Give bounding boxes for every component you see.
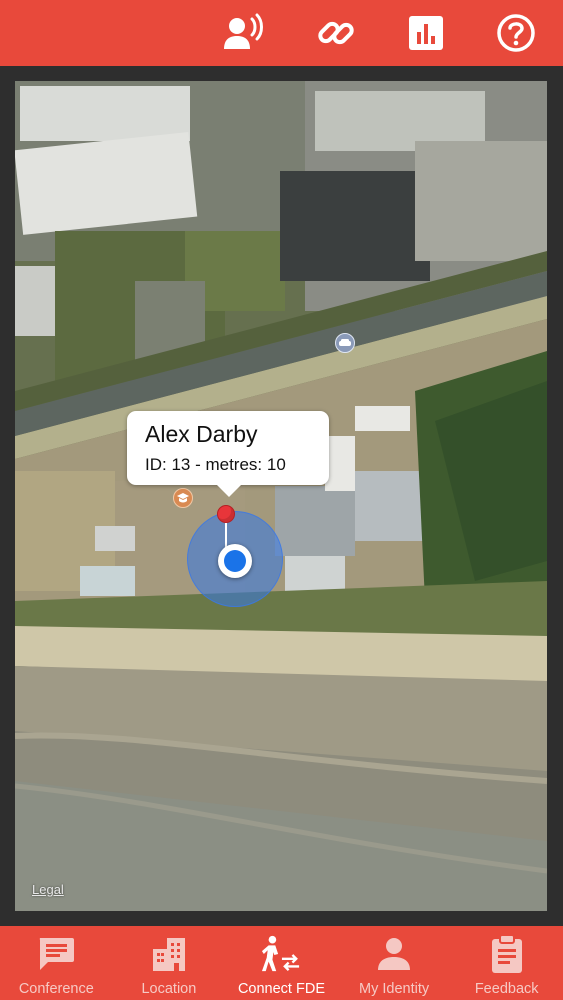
person-transfer-icon (261, 934, 301, 974)
tab-label: Feedback (474, 981, 539, 997)
tab-label: Conference (18, 981, 94, 997)
building-icon (149, 934, 189, 974)
bar-chart-icon (409, 16, 443, 50)
satellite-map[interactable]: Alex Darby ID: 13 - metres: 10 Legal (15, 81, 547, 911)
tab-conference[interactable]: Conference (0, 926, 113, 1000)
callout-subtitle: ID: 13 - metres: 10 (145, 455, 286, 474)
tab-location[interactable]: Location (113, 926, 226, 1000)
car-poi-icon[interactable] (335, 333, 355, 353)
statistics-button[interactable] (403, 10, 449, 56)
map-terrain (15, 81, 547, 911)
tab-feedback[interactable]: Feedback (450, 926, 563, 1000)
help-button[interactable] (493, 10, 539, 56)
current-location-icon[interactable] (218, 544, 252, 578)
map-frame: Alex Darby ID: 13 - metres: 10 Legal (0, 66, 563, 926)
tab-my-identity[interactable]: My Identity (338, 926, 451, 1000)
link-icon (318, 21, 354, 45)
legal-link[interactable]: Legal (32, 882, 64, 897)
announce-person-icon (224, 13, 263, 49)
map-callout[interactable]: Alex Darby ID: 13 - metres: 10 (127, 411, 329, 497)
tab-label: Location (141, 981, 197, 997)
tab-label: My Identity (359, 981, 430, 997)
tab-bar: Conference Location Connect FDE My Ident… (0, 926, 563, 1000)
top-toolbar (0, 0, 563, 66)
location-pin-icon[interactable] (217, 505, 235, 523)
clipboard-icon (487, 934, 527, 974)
link-button[interactable] (313, 10, 359, 56)
person-icon (374, 934, 414, 974)
callout-title: Alex Darby (145, 421, 258, 447)
chat-bubble-icon (36, 934, 76, 974)
announce-button[interactable] (222, 10, 268, 56)
help-circle-icon (497, 14, 535, 52)
tab-label: Connect FDE (237, 981, 325, 997)
school-poi-icon[interactable] (173, 488, 193, 508)
tab-connect-fde[interactable]: Connect FDE (225, 926, 338, 1000)
